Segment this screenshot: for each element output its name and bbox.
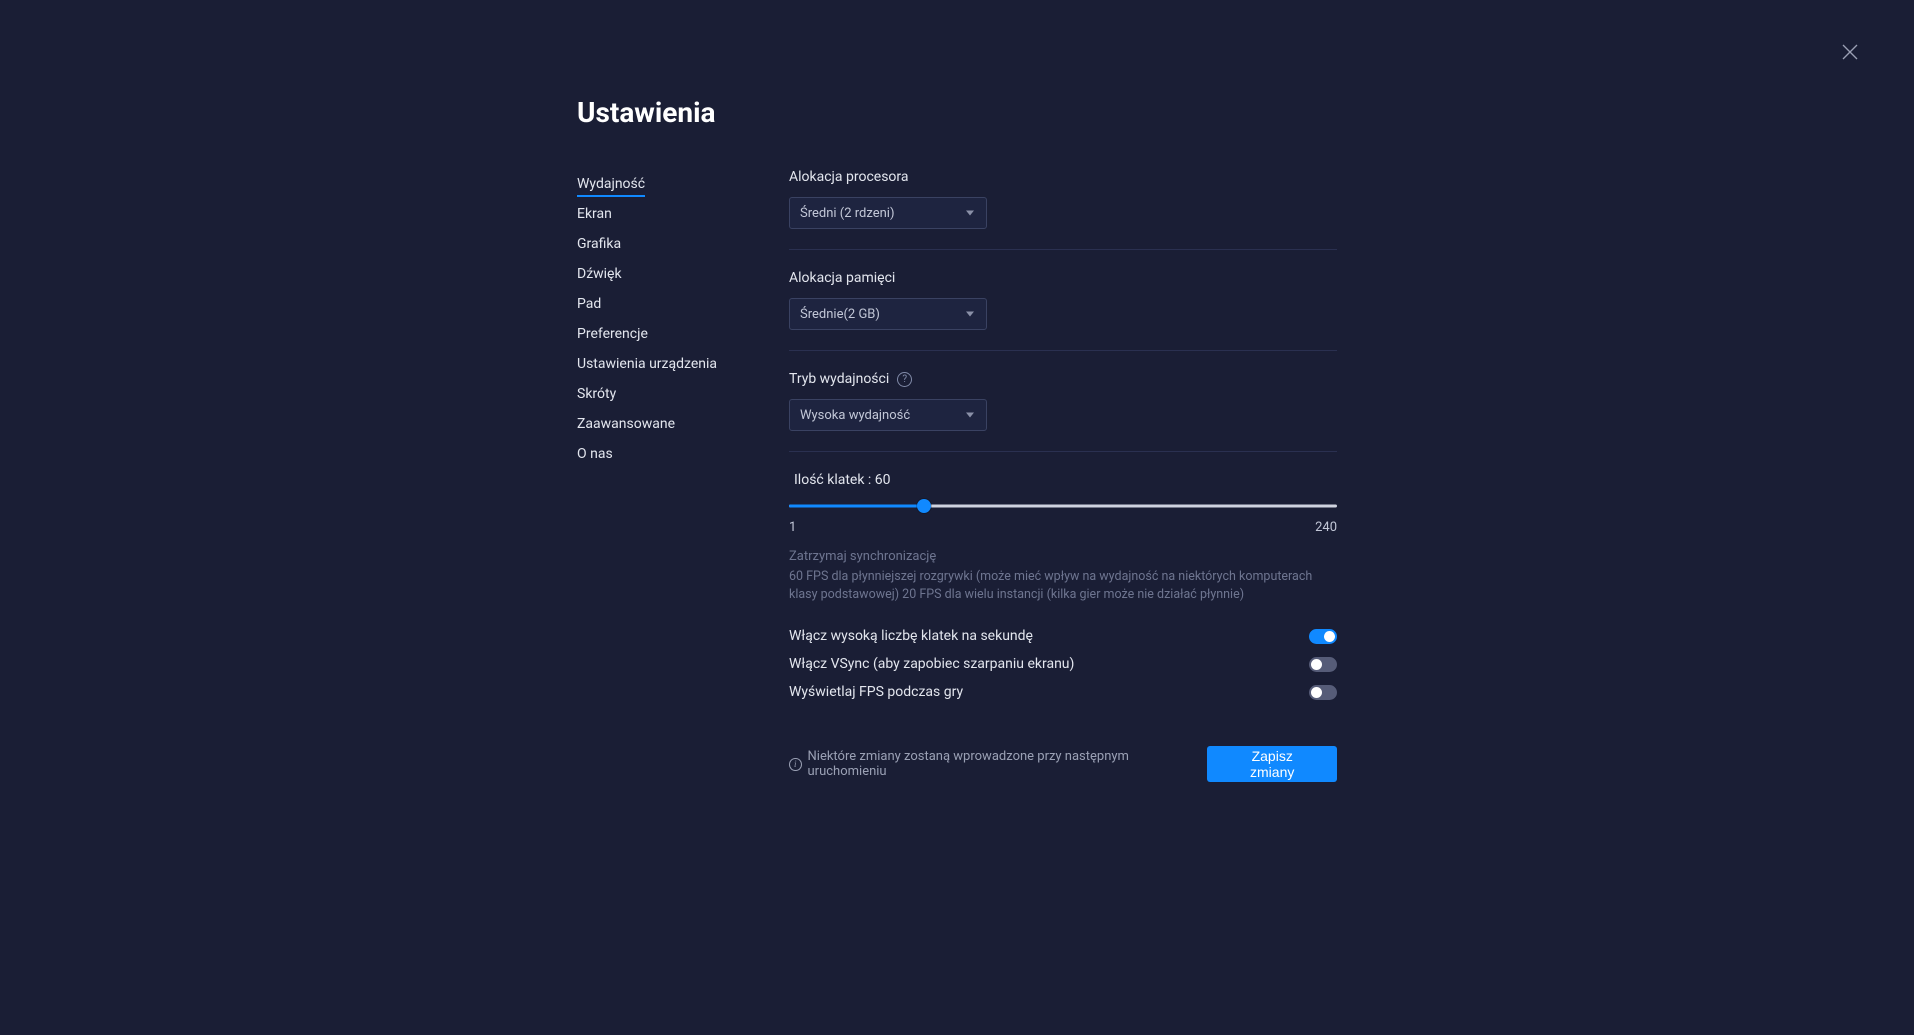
sidebar-item-label: Skróty [577, 386, 616, 402]
sync-note-desc: 60 FPS dla płynniejszej rozgrywki (może … [789, 568, 1337, 604]
page-title: Ustawienia [577, 96, 1337, 129]
toggle-highfps[interactable] [1309, 629, 1337, 644]
sidebar-item-3[interactable]: Dźwięk [577, 259, 789, 289]
performance-mode-label: Tryb wydajności [789, 371, 889, 387]
sidebar-item-label: Ustawienia urządzenia [577, 356, 717, 372]
save-button[interactable]: Zapisz zmiany [1207, 746, 1337, 782]
fps-min-label: 1 [789, 520, 796, 535]
fps-slider-thumb[interactable] [917, 499, 931, 513]
sidebar-item-7[interactable]: Skróty [577, 379, 789, 409]
sidebar-item-9[interactable]: O nas [577, 439, 789, 469]
sidebar-item-label: Wydajność [577, 176, 645, 197]
fps-label: Ilość klatek : 60 [794, 472, 1337, 488]
performance-mode-value: Wysoka wydajność [800, 408, 910, 423]
fps-max-label: 240 [1315, 520, 1337, 535]
divider [789, 451, 1337, 452]
toggle-highfps-label: Włącz wysoką liczbę klatek na sekundę [789, 628, 1033, 644]
help-icon[interactable]: ? [897, 372, 912, 387]
settings-sidebar: Wydajność Ekran Grafika Dźwięk Pad Preferencj… [577, 169, 789, 782]
cpu-allocation-label: Alokacja procesora [789, 169, 1337, 185]
cpu-allocation-select[interactable]: Średni (2 rdzeni) [789, 197, 987, 229]
toggle-vsync[interactable] [1309, 657, 1337, 672]
toggle-showfps[interactable] [1309, 685, 1337, 700]
sidebar-item-label: Ekran [577, 206, 612, 222]
sidebar-item-label: Dźwięk [577, 266, 622, 282]
toggle-showfps-label: Wyświetlaj FPS podczas gry [789, 684, 963, 700]
info-icon: i [789, 758, 802, 771]
sidebar-item-label: Grafika [577, 236, 621, 252]
sidebar-item-label: Preferencje [577, 326, 648, 342]
sidebar-item-5[interactable]: Preferencje [577, 319, 789, 349]
sidebar-item-label: Zaawansowane [577, 416, 675, 432]
sidebar-item-8[interactable]: Zaawansowane [577, 409, 789, 439]
sidebar-item-4[interactable]: Pad [577, 289, 789, 319]
sidebar-item-label: O nas [577, 446, 613, 462]
close-icon[interactable] [1838, 40, 1862, 64]
sidebar-item-6[interactable]: Ustawienia urządzenia [577, 349, 789, 379]
cpu-allocation-value: Średni (2 rdzeni) [800, 206, 895, 221]
memory-allocation-value: Średnie(2 GB) [800, 307, 880, 322]
sync-note-title: Zatrzymaj synchronizację [789, 549, 1337, 564]
performance-mode-select[interactable]: Wysoka wydajność [789, 399, 987, 431]
sidebar-item-1[interactable]: Ekran [577, 199, 789, 229]
sidebar-item-2[interactable]: Grafika [577, 229, 789, 259]
divider [789, 350, 1337, 351]
settings-panel: Alokacja procesora Średni (2 rdzeni) Alo… [789, 169, 1337, 782]
footer-note: Niektóre zmiany zostaną wprowadzone przy… [808, 749, 1194, 779]
sidebar-item-label: Pad [577, 296, 601, 312]
memory-allocation-select[interactable]: Średnie(2 GB) [789, 298, 987, 330]
toggle-vsync-label: Włącz VSync (aby zapobiec szarpaniu ekra… [789, 656, 1074, 672]
sidebar-item-0[interactable]: Wydajność [577, 169, 789, 199]
memory-allocation-label: Alokacja pamięci [789, 270, 1337, 286]
fps-slider[interactable] [789, 498, 1337, 514]
divider [789, 249, 1337, 250]
